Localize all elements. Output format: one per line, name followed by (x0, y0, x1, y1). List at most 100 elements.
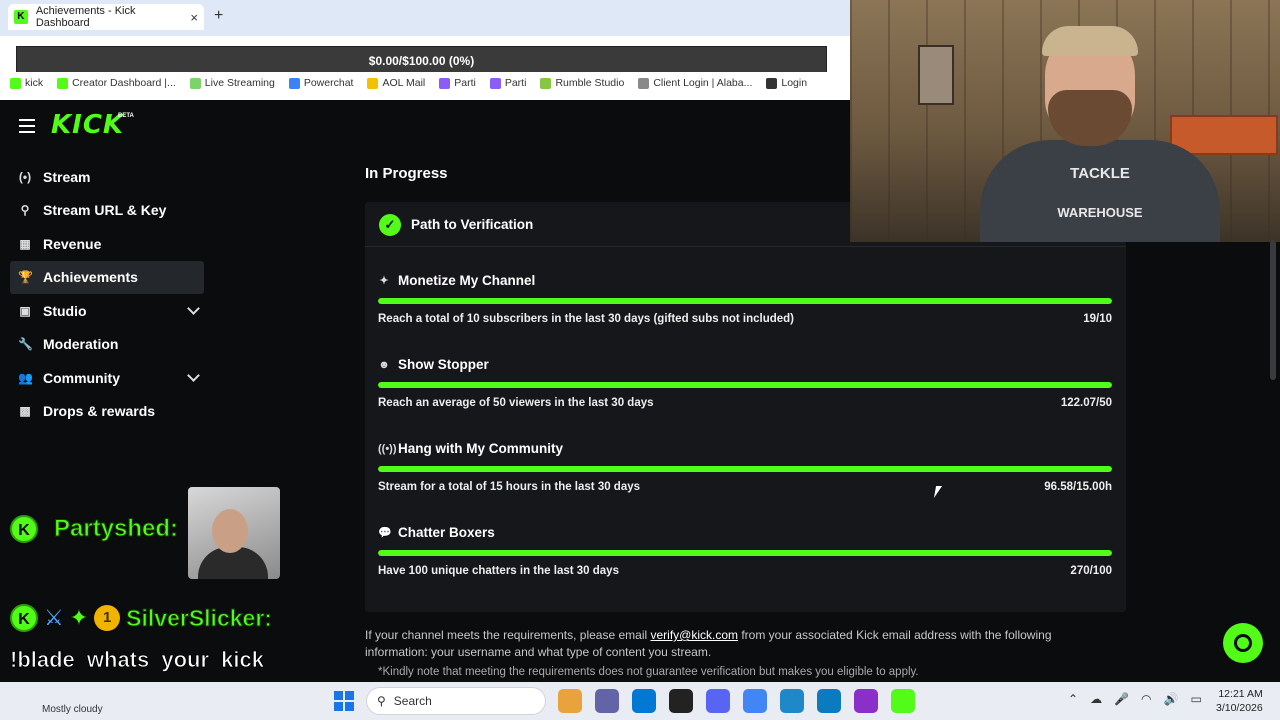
microphone-icon[interactable]: 🎤 (1114, 692, 1129, 706)
bookmark-item[interactable]: Parti (439, 77, 476, 89)
taskbar-apps (558, 689, 915, 713)
bookmark-item[interactable]: Parti (489, 77, 527, 89)
teams-icon[interactable] (595, 689, 619, 713)
kick-logo[interactable]: KICK (51, 110, 124, 140)
bookmark-label: Live Streaming (204, 77, 275, 89)
chat-gif-emote (188, 487, 280, 579)
people-icon: 👥 (18, 370, 33, 385)
bookmark-label: Parti (504, 77, 527, 89)
chat-bubble-icon: 💬 (378, 527, 392, 539)
chrome-icon[interactable] (743, 689, 767, 713)
section-title: In Progress (365, 165, 448, 182)
mouse-cursor-icon (933, 486, 949, 498)
sidebar-item-community[interactable]: 👥 Community (10, 361, 204, 395)
sidebar-item-drops-rewards[interactable]: ▩ Drops & rewards (10, 395, 204, 429)
system-tray: ⌃ ☁ 🎤 ◠ 🔊 ▭ (1068, 692, 1202, 706)
shirt-line-1: TACKLE (1070, 165, 1130, 182)
kick-favicon-icon: K (14, 10, 28, 24)
media-icon[interactable] (669, 689, 693, 713)
sidebar-item-stream[interactable]: (•) Stream (10, 160, 204, 194)
sparkle-icon: ✦ (379, 275, 389, 287)
chat-username: Partyshed: (53, 515, 179, 543)
bookmark-label: Powerchat (303, 77, 354, 89)
close-tab-icon[interactable]: × (190, 10, 198, 25)
sidebar-item-label: Studio (43, 302, 87, 319)
sidebar-item-label: Drops & rewards (43, 403, 156, 420)
chat-message-1: K Partyshed: (10, 515, 179, 543)
studio-icon: ▣ (19, 303, 31, 318)
browser-tab-bar: K Achievements - Kick Dashboard × + (0, 0, 850, 36)
goal-progress-overlay: $0.00/$100.00 (0%) (16, 46, 827, 75)
bookmark-item[interactable]: Rumble Studio (540, 77, 624, 89)
store-icon[interactable] (632, 689, 656, 713)
bookmark-label: Rumble Studio (555, 77, 625, 89)
chevron-down-icon[interactable] (187, 302, 200, 315)
progress-fill (378, 382, 1112, 388)
bookmark-favicon-icon (367, 77, 379, 89)
progress-fill (378, 550, 1112, 556)
achievement-description: Reach a total of 10 subscribers in the l… (378, 313, 795, 325)
bookmark-item[interactable]: AOL Mail (367, 77, 425, 89)
achievement-description: Have 100 unique chatters in the last 30 … (378, 565, 619, 577)
disclaimer-text: *Kindly note that meeting the requiremen… (378, 666, 919, 678)
verify-email-link[interactable]: verify@kick.com (650, 628, 738, 642)
bookmark-label: kick (25, 77, 44, 89)
network-app-icon[interactable] (780, 689, 804, 713)
search-label: Search (393, 694, 432, 708)
taskbar-search[interactable]: ⚲ Search (366, 687, 546, 715)
chevron-down-icon[interactable] (187, 369, 200, 382)
taskbar-clock[interactable]: 12:21 AM 3/10/2026 (1216, 687, 1263, 715)
bookmark-item[interactable]: Live Streaming (189, 77, 275, 89)
bookmark-favicon-icon (489, 77, 501, 89)
page-scrollbar[interactable] (1270, 240, 1276, 380)
beta-badge: BETA (118, 113, 134, 119)
clock-date: 3/10/2026 (1216, 702, 1263, 714)
chevron-up-icon[interactable]: ⌃ (1068, 692, 1078, 706)
bookmark-favicon-icon (766, 77, 778, 89)
kick-app-icon[interactable] (891, 689, 915, 713)
weather-widget[interactable]: Mostly cloudy (42, 704, 103, 715)
achievement-title-text: Hang with My Community (398, 441, 563, 456)
volume-icon[interactable]: 🔊 (1164, 692, 1179, 706)
wall-poster (1170, 115, 1278, 155)
battery-icon[interactable]: ▭ (1190, 692, 1201, 706)
achievement-title: 💬 Chatter Boxers (378, 525, 495, 540)
bookmark-favicon-icon (57, 77, 69, 89)
bookmark-favicon-icon (439, 77, 451, 89)
sidebar-item-achievements[interactable]: 🏆 Achievements (10, 260, 204, 294)
new-tab-button[interactable]: + (214, 7, 223, 25)
shirt-logo: TACKLE WAREHOUSE (1045, 165, 1155, 221)
progress-fill (378, 466, 1112, 472)
webcam-overlay: TACKLE WAREHOUSE (850, 0, 1280, 242)
sidebar-item-studio[interactable]: ▣ Studio (10, 294, 204, 328)
edge-icon[interactable] (817, 689, 841, 713)
wifi-icon[interactable]: ◠ (1141, 692, 1151, 706)
sidebar-item-stream-url-key[interactable]: ⚲ Stream URL & Key (10, 194, 204, 228)
sidebar-item-moderation[interactable]: 🔧 Moderation (10, 328, 204, 362)
achievement-title: ☻ Show Stopper (378, 357, 489, 372)
bookmark-item[interactable]: Powerchat (288, 77, 354, 89)
chat-message-2: K ⚔ ✦ 1 SilverSlicker: (10, 604, 272, 632)
windows-start-icon[interactable] (334, 691, 354, 711)
bookmark-item[interactable]: Client Login | Alaba... (638, 77, 752, 89)
achievement-value: 122.07/50 (1060, 397, 1112, 409)
cloud-icon[interactable]: ☁ (1090, 692, 1102, 706)
sidebar-item-label: Stream URL & Key (43, 202, 167, 219)
bookmark-favicon-icon (288, 77, 300, 89)
bookmark-item[interactable]: Login (766, 77, 807, 89)
kick-badge-icon: K (10, 515, 38, 543)
discord-icon[interactable] (706, 689, 730, 713)
sidebar-nav: (•) Stream ⚲ Stream URL & Key ▦ Revenue 🏆 Achie… (10, 160, 204, 428)
menu-icon[interactable] (19, 119, 35, 133)
bookmark-item[interactable]: kick (10, 77, 43, 89)
wall-photo (918, 45, 954, 105)
tab-title: Achievements - Kick Dashboard (35, 5, 136, 29)
browser-tab[interactable]: K Achievements - Kick Dashboard × (8, 4, 204, 30)
sidebar-item-revenue[interactable]: ▦ Revenue (10, 227, 204, 261)
file-explorer-icon[interactable] (558, 689, 582, 713)
support-chat-button[interactable] (1223, 623, 1263, 663)
headset-icon (1234, 634, 1252, 652)
bookmark-item[interactable]: Creator Dashboard |... (57, 77, 176, 89)
bookmark-favicon-icon (540, 77, 552, 89)
obs-icon[interactable] (854, 689, 878, 713)
